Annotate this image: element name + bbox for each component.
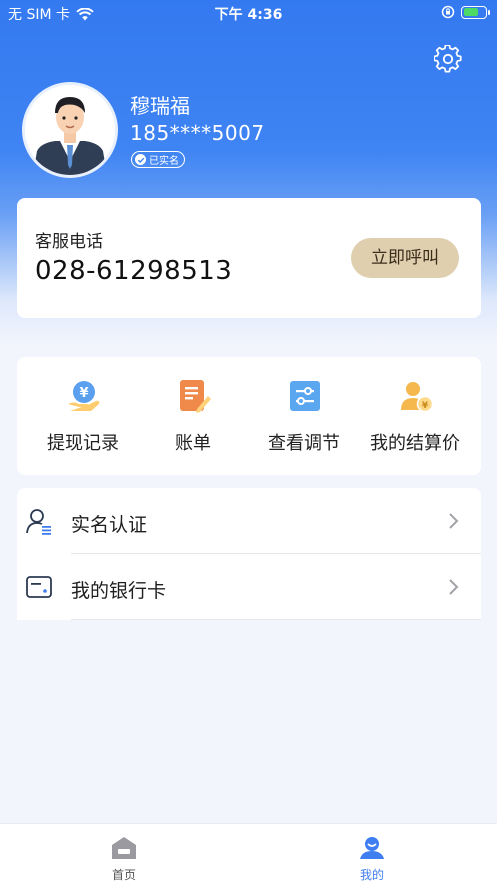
battery-icon bbox=[461, 5, 490, 19]
bill-icon bbox=[180, 380, 211, 413]
tab-mine[interactable]: 我的 bbox=[248, 824, 496, 883]
bottom-tab-bar: 首页 我的 bbox=[0, 823, 497, 883]
quick-action-label: 查看调节 bbox=[268, 433, 340, 454]
tab-home[interactable]: 首页 bbox=[0, 824, 248, 883]
tab-label: 我的 bbox=[359, 868, 384, 882]
svg-text:¥: ¥ bbox=[422, 401, 429, 411]
quick-action-withdraw-record[interactable]: ¥ 提现记录 bbox=[25, 357, 141, 475]
call-now-button[interactable]: 立即呼叫 bbox=[351, 238, 459, 278]
list-divider bbox=[71, 619, 481, 620]
menu-item-real-name-verification[interactable]: 实名认证 bbox=[17, 488, 481, 554]
settings-gear-icon[interactable] bbox=[434, 45, 462, 73]
svg-text:¥: ¥ bbox=[79, 386, 88, 401]
status-bar: 无 SIM 卡 下午 4:36 bbox=[0, 0, 497, 26]
menu-item-my-bank-card[interactable]: 我的银行卡 bbox=[17, 554, 481, 620]
profile-icon bbox=[360, 837, 384, 859]
status-time: 下午 4:36 bbox=[214, 7, 283, 23]
menu-item-label: 我的银行卡 bbox=[71, 580, 167, 602]
tab-label: 首页 bbox=[111, 868, 136, 882]
customer-service-number: 028-61298513 bbox=[35, 256, 233, 286]
customer-service-card: 客服电话 028-61298513 立即呼叫 bbox=[17, 198, 481, 318]
customer-service-label: 客服电话 bbox=[35, 232, 103, 252]
user-id-icon bbox=[26, 509, 51, 535]
orientation-lock-icon bbox=[441, 5, 455, 19]
home-icon bbox=[112, 837, 136, 859]
user-name: 穆瑞福 bbox=[130, 94, 190, 118]
checkmark-icon bbox=[135, 154, 146, 165]
quick-action-adjust[interactable]: 查看调节 bbox=[246, 357, 362, 475]
avatar-man-illustration bbox=[25, 85, 115, 175]
chevron-right-icon bbox=[449, 579, 459, 595]
adjust-icon bbox=[290, 381, 320, 411]
quick-action-label: 账单 bbox=[175, 433, 211, 454]
bank-card-icon bbox=[26, 576, 52, 598]
verified-badge: 已实名 bbox=[131, 151, 185, 168]
quick-action-bill[interactable]: 账单 bbox=[135, 357, 251, 475]
chevron-right-icon bbox=[449, 513, 459, 529]
quick-action-label: 提现记录 bbox=[47, 433, 119, 454]
menu-list: 实名认证 我的银行卡 bbox=[17, 488, 481, 620]
quick-action-settlement-price[interactable]: ¥ 我的结算价 bbox=[357, 357, 473, 475]
menu-item-label: 实名认证 bbox=[71, 514, 148, 536]
settlement-price-icon: ¥ bbox=[401, 382, 433, 413]
verified-label: 已实名 bbox=[149, 156, 179, 167]
withdraw-record-icon: ¥ bbox=[68, 381, 100, 411]
quick-actions-panel: ¥ 提现记录 账单 查看调节 ¥ 我的结算价 bbox=[17, 357, 481, 475]
avatar[interactable] bbox=[22, 82, 118, 178]
user-phone: 185****5007 bbox=[130, 121, 265, 145]
quick-action-label: 我的结算价 bbox=[370, 433, 460, 454]
